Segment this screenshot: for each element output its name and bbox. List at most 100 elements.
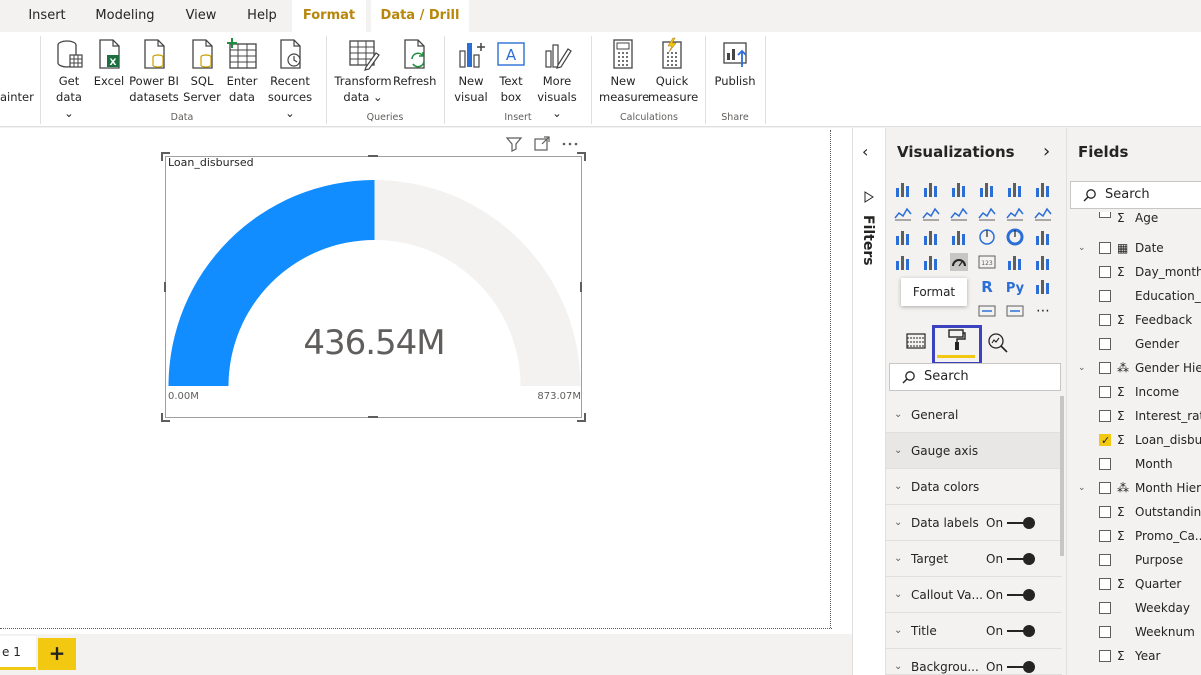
- area-chart-icon[interactable]: [922, 204, 940, 222]
- focus-mode-icon[interactable]: [533, 136, 551, 152]
- menu-modeling[interactable]: Modeling: [86, 0, 164, 32]
- kpi-icon[interactable]: [1034, 253, 1052, 271]
- page-tab[interactable]: e 1: [0, 636, 36, 670]
- callout-value-toggle[interactable]: [1007, 589, 1035, 601]
- field-row[interactable]: Σ Day_month: [1066, 260, 1201, 284]
- ribbon-chart-icon[interactable]: [1034, 204, 1052, 222]
- field-checkbox[interactable]: [1099, 429, 1111, 452]
- publish-button[interactable]: Publish: [713, 37, 757, 89]
- filter-icon[interactable]: [505, 136, 523, 152]
- resize-handle[interactable]: [576, 412, 586, 422]
- field-checkbox[interactable]: [1099, 482, 1111, 494]
- format-section-gauge-axis[interactable]: ⌄ Gauge axis: [886, 433, 1062, 469]
- field-row[interactable]: Education_l...: [1066, 284, 1201, 308]
- menu-view[interactable]: View: [176, 0, 226, 32]
- data-labels-toggle[interactable]: [1007, 517, 1035, 529]
- add-page-button[interactable]: +: [38, 638, 76, 670]
- field-checkbox[interactable]: [1099, 338, 1111, 350]
- resize-handle[interactable]: [577, 282, 587, 292]
- field-row[interactable]: Σ Quarter: [1066, 572, 1201, 596]
- more-visuals-ellipsis-icon[interactable]: ⋯: [1034, 302, 1052, 320]
- target-toggle[interactable]: [1007, 553, 1035, 565]
- resize-handle[interactable]: [368, 150, 378, 160]
- powerbi-datasets-button[interactable]: Power BI datasets: [128, 37, 180, 105]
- field-checkbox[interactable]: [1099, 212, 1111, 218]
- resize-handle[interactable]: [576, 152, 586, 162]
- format-section-title[interactable]: ⌄ Title On: [886, 613, 1062, 649]
- format-painter-partial-label[interactable]: ainter: [0, 89, 34, 105]
- field-checkbox[interactable]: [1099, 386, 1111, 398]
- decomposition-icon[interactable]: [1034, 277, 1052, 295]
- expand-chevron-icon[interactable]: ⌄: [1078, 476, 1086, 500]
- field-row[interactable]: Σ Age: [1066, 212, 1201, 226]
- collapse-filters-icon[interactable]: ‹: [862, 142, 868, 161]
- filled-map-icon[interactable]: [922, 253, 940, 271]
- field-checkbox[interactable]: [1099, 266, 1111, 278]
- waterfall-icon[interactable]: [894, 228, 912, 246]
- field-row[interactable]: Σ Year: [1066, 644, 1201, 668]
- field-row[interactable]: Gender: [1066, 332, 1201, 356]
- resize-handle[interactable]: [161, 152, 171, 162]
- field-row[interactable]: Month: [1066, 452, 1201, 476]
- scatter-icon[interactable]: [950, 228, 968, 246]
- field-checkbox[interactable]: [1099, 290, 1111, 302]
- new-measure-button[interactable]: New measure: [599, 37, 649, 105]
- expand-chevron-icon[interactable]: ⌄: [1078, 236, 1086, 260]
- field-row[interactable]: ⌄ ⁂ Month Hier...: [1066, 476, 1201, 500]
- format-section-data-labels[interactable]: ⌄ Data labels On: [886, 505, 1062, 541]
- field-checkbox[interactable]: [1099, 650, 1111, 662]
- quick-measure-button[interactable]: Quick measure: [648, 37, 698, 105]
- r-visual-icon[interactable]: R: [978, 277, 996, 295]
- donut-icon[interactable]: [1006, 228, 1024, 246]
- enter-data-button[interactable]: Enter data: [224, 37, 260, 105]
- field-checkbox[interactable]: [1099, 578, 1111, 590]
- field-row[interactable]: Weeknum: [1066, 620, 1201, 644]
- expand-chevron-icon[interactable]: ⌄: [1078, 356, 1086, 380]
- 100-bar-icon[interactable]: [1006, 180, 1024, 198]
- title-toggle[interactable]: [1007, 625, 1035, 637]
- menu-data-drill[interactable]: Data / Drill: [371, 0, 469, 32]
- stacked-bar-icon[interactable]: [894, 180, 912, 198]
- stacked-area-icon[interactable]: [950, 204, 968, 222]
- transform-data-button[interactable]: Transform data ⌄: [334, 37, 392, 105]
- resize-handle[interactable]: [159, 282, 169, 292]
- field-checkbox[interactable]: [1099, 530, 1111, 542]
- get-data-button[interactable]: Get data ⌄: [50, 37, 88, 121]
- sql-server-button[interactable]: SQL Server: [183, 37, 221, 105]
- format-section-background[interactable]: ⌄ Backgrou... On: [886, 649, 1062, 675]
- field-row[interactable]: Σ Feedback: [1066, 308, 1201, 332]
- more-options-icon[interactable]: [561, 136, 579, 152]
- field-checkbox[interactable]: [1099, 458, 1111, 470]
- stacked-column-icon[interactable]: [922, 180, 940, 198]
- python-visual-icon[interactable]: Py: [1006, 277, 1024, 295]
- field-checkbox[interactable]: [1099, 626, 1111, 638]
- field-row[interactable]: Weekday: [1066, 596, 1201, 620]
- card-icon[interactable]: 123: [978, 253, 996, 271]
- collapse-visualizations-icon[interactable]: ›: [1043, 141, 1050, 162]
- format-section-target[interactable]: ⌄ Target On: [886, 541, 1062, 577]
- field-checkbox[interactable]: [1099, 602, 1111, 614]
- line-column-2-icon[interactable]: [1006, 204, 1024, 222]
- format-section-general[interactable]: ⌄ General: [886, 397, 1062, 433]
- field-checkbox[interactable]: [1099, 362, 1111, 374]
- field-row[interactable]: Σ Interest_rate: [1066, 404, 1201, 428]
- field-row[interactable]: ⌄ ▦ Date: [1066, 236, 1201, 260]
- gauge-visual[interactable]: Loan_disbursed 436.54M 0.00M 873.07M: [165, 156, 582, 418]
- funnel-icon[interactable]: [922, 228, 940, 246]
- background-toggle[interactable]: [1007, 661, 1035, 673]
- visualizations-scrollbar[interactable]: [1060, 396, 1064, 556]
- field-checkbox[interactable]: [1099, 314, 1111, 326]
- excel-button[interactable]: X Excel: [92, 37, 126, 89]
- text-box-button[interactable]: A Text box: [494, 37, 528, 105]
- slicer-icon-2[interactable]: [978, 302, 996, 320]
- field-row[interactable]: Σ Outstandin...: [1066, 500, 1201, 524]
- refresh-button[interactable]: Refresh: [393, 37, 436, 89]
- map-icon[interactable]: [894, 253, 912, 271]
- treemap-icon[interactable]: [1034, 228, 1052, 246]
- field-row[interactable]: Σ Loan_disbu...: [1066, 428, 1201, 452]
- matrix-icon-2[interactable]: [1006, 302, 1024, 320]
- field-row[interactable]: ⌄ ⁂ Gender Hie...: [1066, 356, 1201, 380]
- analytics-tab-icon[interactable]: [986, 331, 1008, 353]
- multi-row-card-icon[interactable]: [1006, 253, 1024, 271]
- paint-roller-icon[interactable]: [946, 328, 968, 352]
